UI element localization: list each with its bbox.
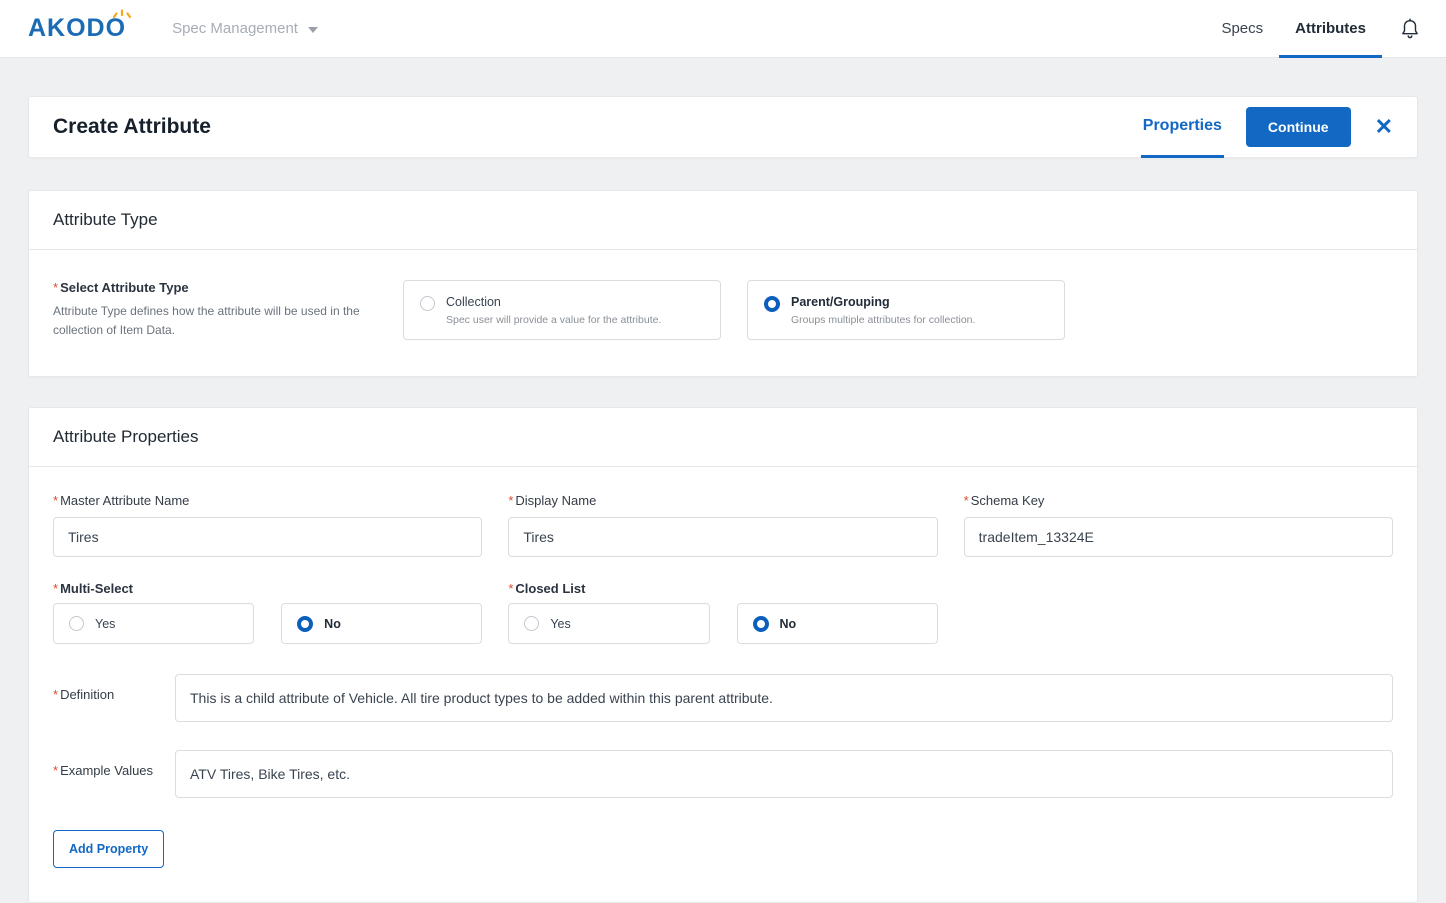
tab-properties[interactable]: Properties bbox=[1140, 98, 1224, 158]
closed-list-field: * Closed List Yes No bbox=[508, 581, 938, 644]
example-values-input[interactable] bbox=[175, 750, 1393, 798]
master-attribute-name-label: * Master Attribute Name bbox=[53, 493, 190, 508]
akodo-logo[interactable]: AKODO bbox=[28, 9, 132, 43]
multi-select-no[interactable]: No bbox=[281, 603, 483, 644]
nav-link-specs[interactable]: Specs bbox=[1205, 0, 1279, 58]
main-content: Create Attribute Properties Continue ✕ A… bbox=[0, 58, 1446, 903]
radio-unselected-icon[interactable] bbox=[524, 616, 540, 631]
chevron-down-icon bbox=[307, 26, 318, 33]
text-fields-row: *Master Attribute Name *Display Name *Sc… bbox=[53, 493, 1393, 557]
example-values-label: * Example Values bbox=[53, 763, 154, 778]
attribute-properties-title: Attribute Properties bbox=[29, 408, 1417, 467]
radio-selected-icon[interactable] bbox=[752, 615, 769, 632]
closed-list-yes-label: Yes bbox=[550, 616, 571, 631]
select-attribute-type-label: * Select Attribute Type bbox=[53, 280, 189, 295]
option-parent-grouping-label: Parent/Grouping bbox=[791, 295, 890, 309]
close-icon[interactable]: ✕ bbox=[1373, 112, 1395, 142]
required-marker: * bbox=[53, 280, 59, 295]
attribute-properties-section: Attribute Properties * Master Attribute N… bbox=[28, 407, 1418, 903]
select-attribute-type-description: Attribute Type defines how the attribute… bbox=[53, 304, 360, 337]
option-parent-grouping-description: Groups multiple attributes for collectio… bbox=[791, 314, 976, 326]
closed-list-label: * Closed List bbox=[508, 581, 586, 596]
multi-select-field: * Multi-Select Yes No bbox=[53, 581, 483, 644]
radio-unselected-icon[interactable] bbox=[69, 616, 84, 631]
navbar-links: Specs Attributes bbox=[1205, 0, 1420, 58]
multi-select-yes[interactable]: Yes bbox=[53, 603, 255, 644]
attribute-properties-body: *Master Attribute Name *Display Name *Sc… bbox=[29, 467, 1417, 902]
radio-unselected-icon[interactable] bbox=[420, 296, 435, 311]
yes-no-row: * Multi-Select Yes No * Closed List Yes … bbox=[53, 581, 1393, 644]
display-name-label: * Display Name bbox=[508, 493, 597, 508]
schema-key-input[interactable] bbox=[963, 517, 1393, 557]
spec-management-label: Spec Management bbox=[172, 20, 298, 37]
definition-field: * Definition bbox=[53, 674, 1393, 722]
closed-list-no-label: No bbox=[779, 616, 797, 631]
select-attribute-type-label-block: * Select Attribute Type Attribute Type de… bbox=[53, 280, 363, 340]
notifications-button[interactable] bbox=[1382, 0, 1420, 58]
schema-key-label: * Schema Key bbox=[963, 493, 1045, 508]
master-attribute-name-field: * Master Attribute Name bbox=[53, 493, 483, 557]
example-values-field: * Example Values bbox=[53, 750, 1393, 798]
radio-selected-icon[interactable] bbox=[297, 615, 314, 632]
option-collection-description: Spec user will provide a value for the a… bbox=[446, 314, 662, 326]
definition-input[interactable] bbox=[175, 674, 1393, 722]
option-collection[interactable]: Collection Spec user will provide a valu… bbox=[403, 280, 721, 340]
option-parent-grouping[interactable]: Parent/Grouping Groups multiple attribut… bbox=[747, 280, 1065, 340]
attribute-type-section: Attribute Type * Select Attribute Type At… bbox=[28, 190, 1418, 377]
attribute-type-body: * Select Attribute Type Attribute Type de… bbox=[29, 250, 1417, 376]
master-attribute-name-input[interactable] bbox=[53, 517, 483, 557]
multi-select-label: * Multi-Select bbox=[53, 581, 134, 596]
multi-select-no-label: No bbox=[324, 616, 341, 631]
nav-link-attributes[interactable]: Attributes bbox=[1279, 0, 1382, 58]
option-collection-label: Collection bbox=[446, 295, 501, 309]
definition-label: * Definition bbox=[53, 687, 115, 702]
create-attribute-header: Create Attribute Properties Continue ✕ bbox=[28, 96, 1418, 158]
closed-list-no[interactable]: No bbox=[736, 603, 938, 644]
display-name-input[interactable] bbox=[508, 517, 938, 557]
top-navbar: AKODO Spec Management Specs Attributes bbox=[0, 0, 1446, 58]
add-property-button[interactable]: Add Property bbox=[53, 830, 165, 868]
schema-key-field: * Schema Key bbox=[963, 493, 1393, 557]
logo-sunburst-icon bbox=[112, 9, 132, 19]
page-title: Create Attribute bbox=[53, 115, 211, 138]
multi-select-yes-label: Yes bbox=[95, 616, 116, 631]
spec-management-dropdown[interactable]: Spec Management bbox=[172, 20, 318, 37]
continue-button[interactable]: Continue bbox=[1245, 107, 1351, 147]
attribute-type-title: Attribute Type bbox=[29, 191, 1417, 250]
display-name-field: * Display Name bbox=[508, 493, 938, 557]
closed-list-yes[interactable]: Yes bbox=[508, 603, 710, 644]
header-actions: Properties Continue ✕ bbox=[1140, 97, 1395, 158]
radio-selected-icon[interactable] bbox=[764, 296, 780, 312]
bell-icon bbox=[1402, 17, 1418, 38]
